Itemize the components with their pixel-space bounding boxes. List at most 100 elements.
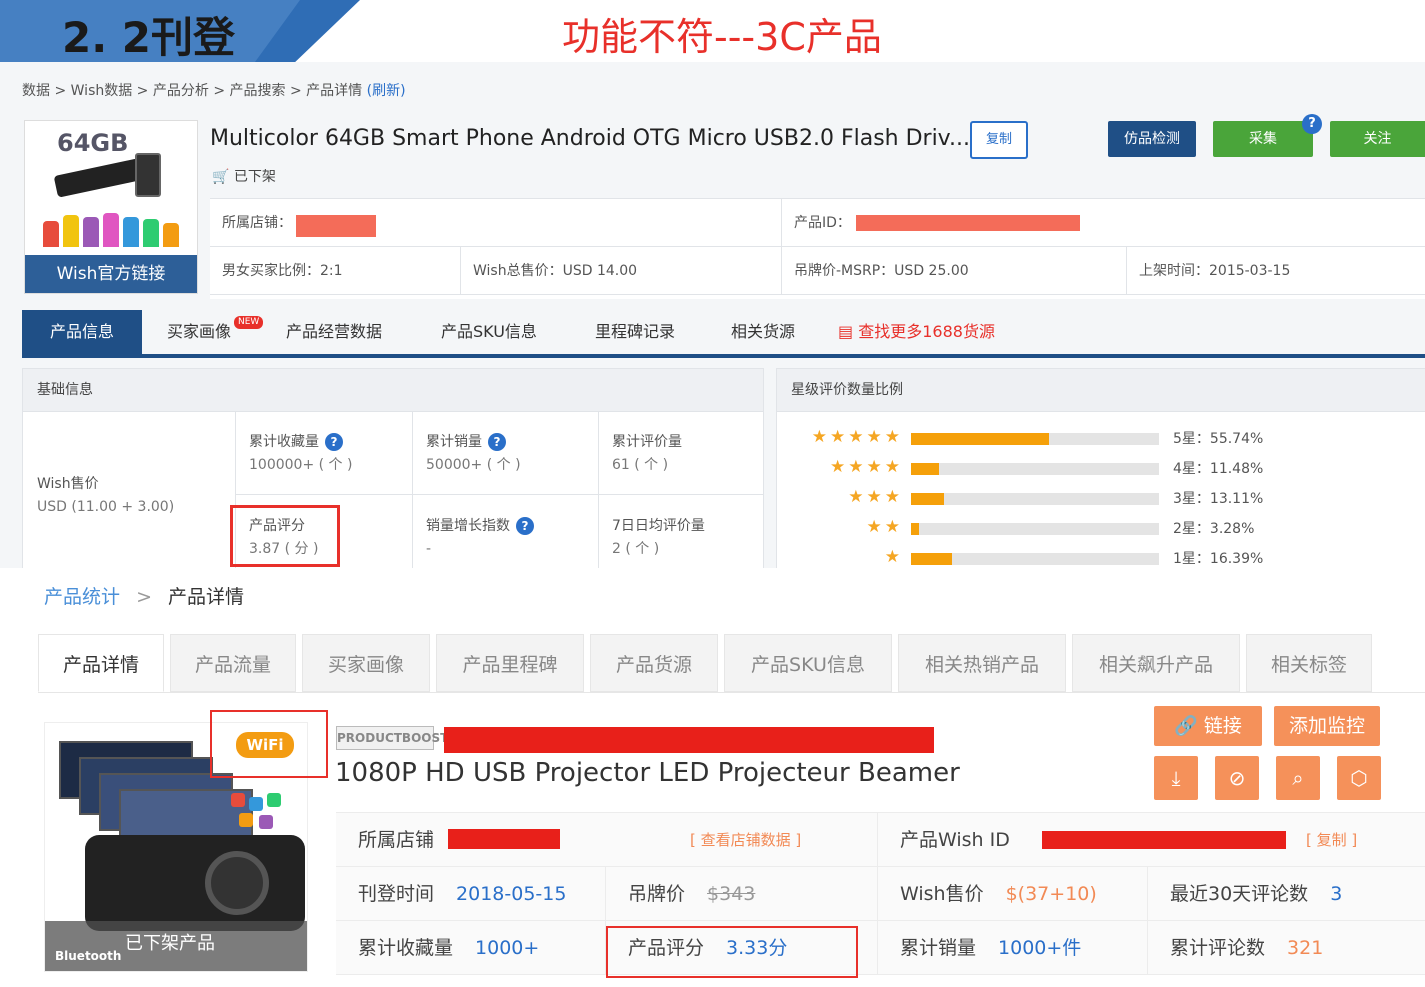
favorites-label: 累计收藏量 [249,434,319,450]
no-sign-icon[interactable]: ⊘ [1215,756,1259,800]
star-rating-row: ★★★★★ 5星：55.74% [777,427,1425,449]
sales-label: 累计销量 [426,434,482,450]
reviews30-label: 最近30天评论数 [1170,883,1309,905]
reviews30-value: 3 [1330,883,1343,905]
add-monitor-button[interactable]: 添加监控 [1274,706,1380,746]
shop-label: 所属店铺 [358,829,435,851]
phone-image [135,153,161,197]
shop-redaction [448,829,560,849]
box-icon[interactable]: ⬡ [1337,756,1381,800]
otg-drive-image [53,158,143,198]
wish-id-cell: 产品Wish ID [ 复制 ] [878,813,1425,867]
wish-id-label: 产品Wish ID [900,829,1010,851]
total-reviews: 累计评论数 321 [1148,921,1425,975]
breadcrumb-current: 产品详情 [168,586,245,608]
breadcrumb-separator: > [136,586,152,608]
tab-business-data[interactable]: 产品经营数据 [286,310,382,354]
download-icon[interactable]: ⤓ [1154,756,1198,800]
breadcrumb-item[interactable]: Wish数据 [71,83,133,99]
link-label: 链接 [1203,715,1242,737]
rating-bar-track [911,463,1159,475]
tab-related-sources[interactable]: 相关货源 [731,310,795,354]
growth-stat: 销量增长指数? - [426,515,534,561]
wifi-icon: WiFi [236,732,294,758]
growth-label: 销量增长指数 [426,518,510,534]
list-icon: ▤ [838,322,854,341]
daily-reviews-stat: 7日日均评价量 2 ( 个 ) [612,515,705,561]
tab-hot-products[interactable]: 相关热销产品 [898,634,1066,692]
rating-bar-fill [911,553,952,565]
tab-buyer-profile[interactable]: 买家画像 [167,310,231,354]
star-icons: ★ [884,547,903,567]
tab-sources[interactable]: 产品货源 [590,634,718,692]
breadcrumb-item[interactable]: 产品分析 [153,83,209,99]
tab-product-details[interactable]: 产品详情 [38,634,164,692]
breadcrumb-item[interactable]: 产品搜索 [230,83,286,99]
lower-breadcrumb: 产品统计 > 产品详情 [44,582,244,609]
product-thumbnail[interactable]: 64GB Wish官方链接 [24,120,198,294]
star-icons: ★★ [866,517,903,537]
star-icons: ★★★★ [830,457,903,477]
help-icon[interactable]: ? [488,433,506,451]
msrp: 吊牌价 $343 [606,867,878,921]
rating-bar-track [911,493,1159,505]
tab-sku-info[interactable]: 产品SKU信息 [724,634,892,692]
favorites-value: 100000+ ( 个 ) [249,457,353,473]
breadcrumb-item[interactable]: 数据 [22,83,50,99]
tab-milestones[interactable]: 产品里程碑 [436,634,584,692]
msrp-value: $343 [707,883,756,905]
rating-label: 1星：16.39% [1173,551,1264,567]
link-icon: 🔗 [1174,715,1198,737]
follow-button[interactable]: 关注 [1330,121,1425,157]
msrp: 吊牌价-MSRP：USD 25.00 [782,247,1127,295]
basic-info-title: 基础信息 [23,369,763,412]
reviews-label: 累计评价量 [612,434,682,450]
app-icons-image [231,793,291,853]
rating-label: 2星：3.28% [1173,521,1255,537]
sales-value: 50000+ ( 个 ) [426,457,521,473]
star-rating-row: ★★ 2星：3.28% [777,517,1425,539]
tab-1688-sources[interactable]: ▤ 查找更多1688货源 [838,310,995,354]
view-shop-link[interactable]: [ 查看店铺数据 ] [690,813,801,867]
listed-value: 2018-05-15 [456,883,567,905]
star-rating-row: ★ 1星：16.39% [777,547,1425,569]
tab-label: 买家画像 [167,322,232,341]
reviews-value: 61 ( 个 ) [612,457,669,473]
reviews-value: 321 [1287,937,1324,959]
product-id-label: 产品ID： [794,215,851,231]
lower-info-grid: 所属店铺 [ 查看店铺数据 ] 产品Wish ID [ 复制 ] 刊登时间 201… [336,812,1425,975]
fake-check-button[interactable]: 仿品检测 [1108,121,1196,157]
total-price: Wish总售价：USD 14.00 [461,247,782,295]
help-icon[interactable]: ? [325,433,343,451]
rating-bar-track [911,553,1159,565]
copy-link[interactable]: [ 复制 ] [1306,813,1357,867]
wish-price: Wish售价 $(37+10) [878,867,1148,921]
collect-button[interactable]: 采集 [1213,121,1313,157]
zoom-icon[interactable]: ⌕ [1276,756,1320,800]
tab-milestones[interactable]: 里程碑记录 [595,310,675,354]
refresh-link[interactable]: (刷新) [367,83,406,99]
tab-related-tags[interactable]: 相关标签 [1246,634,1372,692]
rating-bar-fill [911,493,944,505]
tab-traffic[interactable]: 产品流量 [170,634,296,692]
rating-title: 星级评价数量比例 [777,369,1425,412]
help-icon[interactable]: ? [516,517,534,535]
rating-bar-fill [911,463,940,475]
sales-label: 累计销量 [900,937,977,959]
growth-value: - [426,541,432,557]
cart-icon: 🛒 [212,169,230,185]
rating-bar-track [911,523,1159,535]
tab-product-info[interactable]: 产品信息 [22,310,142,354]
rating-bar-fill [911,523,920,535]
tab-sku-info[interactable]: 产品SKU信息 [441,310,537,354]
lens-image [205,851,269,915]
copy-button[interactable]: 复制 [970,121,1028,159]
lower-tab-bar: 产品详情 产品流量 买家画像 产品里程碑 产品货源 产品SKU信息 相关热销产品… [38,634,1425,693]
tab-rising-products[interactable]: 相关飙升产品 [1072,634,1240,692]
tab-buyer-profile[interactable]: 买家画像 [302,634,430,692]
wish-official-link[interactable]: Wish官方链接 [25,255,197,293]
breadcrumb-link[interactable]: 产品统计 [44,586,120,608]
help-icon[interactable]: ? [1302,114,1322,134]
fav-label: 累计收藏量 [358,937,454,959]
link-button[interactable]: 🔗 链接 [1154,706,1262,746]
